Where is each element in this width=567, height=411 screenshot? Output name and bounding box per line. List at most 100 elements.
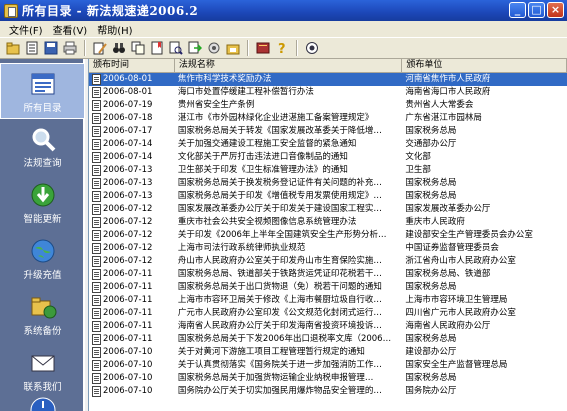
row-law-name: 上海市司法行政系统律师执业规范 <box>177 243 306 253</box>
table-row[interactable]: 2006-07-11 国家税务总局关于下发2006年出口退税率文库（2006… 国家… <box>89 333 567 346</box>
table-row[interactable]: 2006-07-10 关于对黄河下游施工项目工程管理暂行规定的通知 建设部办公厅 <box>89 346 567 359</box>
column-header-unit[interactable]: 颁布单位 <box>402 59 567 72</box>
column-header-name[interactable]: 法规名称 <box>175 59 403 72</box>
row-issuer: 国家税务总局 <box>405 178 457 188</box>
help-icon[interactable]: ? <box>274 40 290 56</box>
row-date: 2006-07-10 <box>89 359 175 372</box>
sidebar-item-system-backup[interactable]: 系统备份 <box>0 287 85 343</box>
table-row[interactable]: 2006-07-12 舟山市人民政府办公室关于印发舟山市生育保险实施… 浙江省舟山市… <box>89 255 567 268</box>
document-icon <box>92 204 101 215</box>
row-date: 2006-07-10 <box>89 346 175 359</box>
power-icon[interactable] <box>30 397 56 411</box>
maximize-icon[interactable]: □ <box>528 2 545 18</box>
document-icon <box>92 282 101 293</box>
document-search-icon[interactable] <box>168 40 184 56</box>
app-icon <box>4 3 18 18</box>
open-icon[interactable] <box>5 40 21 56</box>
toolbar-separator <box>84 40 86 56</box>
table-row[interactable]: 2006-08-01 焦作市科学技术奖励办法 河南省焦作市人民政府 <box>89 73 567 86</box>
table-row[interactable]: 2006-07-10 关于认真贯彻落实《国务院关于进一步加强消防工作… 国家安全生产… <box>89 359 567 372</box>
row-issuer: 国家税务总局 <box>405 334 457 344</box>
table-row[interactable]: 2006-07-13 国家税务总局关于印发《增值税专用发票使用规定》… 国家税务总局 <box>89 190 567 203</box>
menu-help[interactable]: 帮助(H) <box>92 22 137 37</box>
document-icon <box>92 165 101 176</box>
document-icon <box>92 269 101 280</box>
table-row[interactable]: 2006-07-17 国家税务总局关于转发《国家发展改革委关于降低增… 国家税务总局 <box>89 125 567 138</box>
row-issuer: 海南省海口市人民政府 <box>405 87 491 97</box>
table-row[interactable]: 2006-07-12 上海市司法行政系统律师执业规范 中国证券监督管理委员会 <box>89 242 567 255</box>
column-header-date[interactable]: 颁布时间 <box>89 59 175 72</box>
folder-tree-icon[interactable] <box>225 40 241 56</box>
row-date-text: 2006-07-13 <box>103 191 153 201</box>
document-icon <box>92 321 101 332</box>
sidebar-label: 智能更新 <box>23 214 62 225</box>
row-date-text: 2006-07-10 <box>103 373 153 383</box>
menu-view[interactable]: 查看(V) <box>48 22 93 37</box>
close-icon[interactable]: × <box>547 2 564 18</box>
toolbar-separator <box>247 40 249 56</box>
table-row[interactable]: 2006-07-11 国家税务总局关于出口货物退（免）税若干问题的通知 国家税务总局 <box>89 281 567 294</box>
sidebar-item-upgrade-recharge[interactable]: 升级充值 <box>0 231 85 287</box>
about-icon[interactable] <box>304 40 320 56</box>
table-row[interactable]: 2006-07-19 贵州省安全生产条例 贵州省人大常委会 <box>89 99 567 112</box>
document-icon <box>92 373 101 384</box>
edit-icon[interactable] <box>92 40 108 56</box>
save-icon[interactable] <box>43 40 59 56</box>
document-icon <box>92 87 101 98</box>
table-row[interactable]: 2006-07-12 关于印发《2006年上半年全国建筑安全生产形势分析… 建设部安… <box>89 229 567 242</box>
row-law-name: 舟山市人民政府办公室关于印发舟山市生育保险实施… <box>177 256 382 266</box>
row-date: 2006-07-14 <box>89 138 175 151</box>
document-icon <box>92 243 101 254</box>
table-row[interactable]: 2006-07-10 国务院办公厅关于切实加强民用爆炸物品安全管理的… 国务院办公厅 <box>89 385 567 398</box>
row-issuer: 国家税务总局 <box>405 282 457 292</box>
table-row[interactable]: 2006-07-14 文化部关于严厉打击违法进口音像制品的通知 文化部 <box>89 151 567 164</box>
row-law-name: 重庆市社会公共安全视频图像信息系统管理办法 <box>177 217 357 227</box>
row-issuer: 国务院办公厅 <box>405 386 457 396</box>
copy-icon[interactable] <box>130 40 146 56</box>
table-row[interactable]: 2006-07-11 国家税务总局、铁道部关于铁路货运凭证印花税若干… 国家税务总局… <box>89 268 567 281</box>
row-date: 2006-07-11 <box>89 320 175 333</box>
table-row[interactable]: 2006-07-14 关于加强交通建设工程施工安全监督的紧急通知 交通部办公厅 <box>89 138 567 151</box>
bookmark-icon[interactable] <box>149 40 165 56</box>
menu-file[interactable]: 文件(F) <box>4 22 48 37</box>
row-law-name: 国家税务总局、铁道部关于铁路货运凭证印花税若干… <box>177 269 382 279</box>
row-law-name: 关于印发《2006年上半年全国建筑安全生产形势分析… <box>177 230 387 240</box>
sidebar-item-smart-update[interactable]: 智能更新 <box>0 175 85 231</box>
document-icon <box>92 178 101 189</box>
table-row[interactable]: 2006-07-13 国家税务总局关于换发税务登记证件有关问题的补充… 国家税务总局 <box>89 177 567 190</box>
table-row[interactable]: 2006-07-12 重庆市社会公共安全视频图像信息系统管理办法 重庆市人民政府 <box>89 216 567 229</box>
table-row[interactable]: 2006-07-11 广元市人民政府办公室印发《公文规范化封闭式运行… 四川省广元市… <box>89 307 567 320</box>
row-law-name: 贵州省安全生产条例 <box>177 100 255 110</box>
table-row[interactable]: 2006-08-01 海口市处置停缓建工程补偿暂行办法 海南省海口市人民政府 <box>89 86 567 99</box>
sidebar-item-law-search[interactable]: 法规查询 <box>0 119 85 175</box>
sidebar-item-contact-us[interactable]: 联系我们 <box>0 343 85 399</box>
row-issuer: 国家税务总局 <box>405 373 457 383</box>
row-issuer: 海南省人民政府办公厅 <box>405 321 491 331</box>
table-row[interactable]: 2006-07-11 海南省人民政府办公厅关于印发海南省投资环境投诉… 海南省人民政… <box>89 320 567 333</box>
document-list-icon[interactable] <box>24 40 40 56</box>
export-icon[interactable] <box>187 40 203 56</box>
table-row[interactable]: 2006-07-12 国家发展改革委办公厅关于印发关于建设国家工程实… 国家发展改革… <box>89 203 567 216</box>
row-date: 2006-07-11 <box>89 281 175 294</box>
document-icon <box>92 126 101 137</box>
row-date: 2006-07-11 <box>89 307 175 320</box>
binoculars-icon[interactable] <box>111 40 127 56</box>
settings-icon[interactable] <box>206 40 222 56</box>
window-controls: _ □ × <box>509 2 564 18</box>
minimize-icon[interactable]: _ <box>509 2 526 18</box>
row-date: 2006-07-11 <box>89 333 175 346</box>
table-row[interactable]: 2006-07-10 国家税务总局关于加强货物运输企业纳税申报管理… 国家税务总局 <box>89 372 567 385</box>
row-date-text: 2006-07-14 <box>103 152 153 162</box>
row-date: 2006-08-01 <box>89 73 175 86</box>
print-icon[interactable] <box>62 40 78 56</box>
sidebar-item-all-catalog[interactable]: 所有目录 <box>0 63 85 119</box>
magnifier-icon <box>32 128 55 152</box>
book-icon[interactable] <box>255 40 271 56</box>
row-date: 2006-07-12 <box>89 216 175 229</box>
table-row[interactable]: 2006-07-13 卫生部关于印发《卫生标准管理办法》的通知 卫生部 <box>89 164 567 177</box>
table-row[interactable]: 2006-07-11 上海市市容环卫局关于修改《上海市餐厨垃圾自行收… 上海市市容环… <box>89 294 567 307</box>
table-row[interactable]: 2006-07-18 湛江市《市外园林绿化企业进湛施工备案管理规定》 广东省湛江市园… <box>89 112 567 125</box>
row-date-text: 2006-07-12 <box>103 204 153 214</box>
row-date-text: 2006-07-10 <box>103 347 153 357</box>
row-law-name: 关于加强交通建设工程施工安全监督的紧急通知 <box>177 139 357 149</box>
